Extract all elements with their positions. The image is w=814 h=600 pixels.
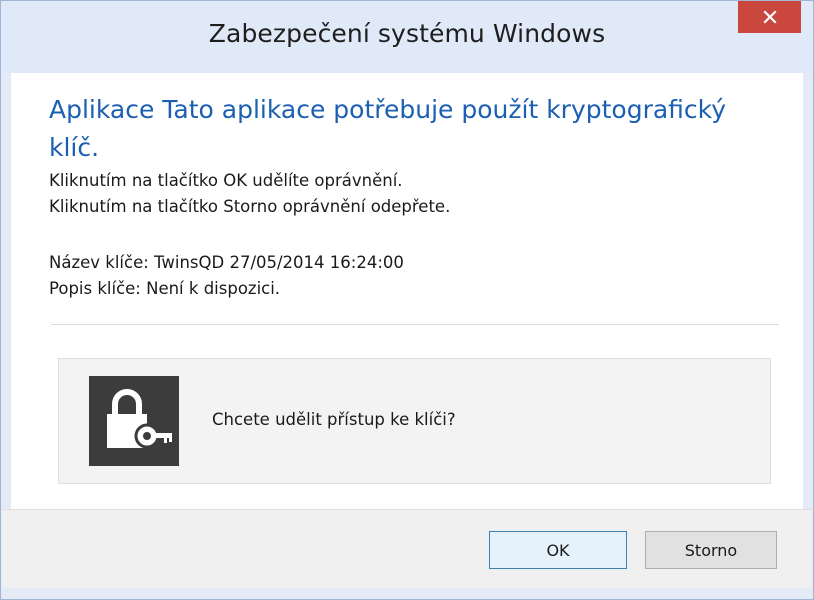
allow-instruction: Kliknutím na tlačítko OK udělíte oprávně… (49, 171, 403, 190)
title-bar[interactable]: Zabezpečení systému Windows (1, 1, 813, 73)
key-description: Popis klíče: Není k dispozici. (49, 279, 281, 298)
key-name: Název klíče: TwinsQD 27/05/2014 16:24:00 (49, 253, 404, 272)
window-title: Zabezpečení systému Windows (208, 19, 606, 48)
security-dialog: Zabezpečení systému Windows Aplikace Tat… (0, 0, 814, 600)
ok-button[interactable]: OK (489, 531, 627, 569)
access-prompt-box: Chcete udělit přístup ke klíči? (58, 358, 771, 484)
lock-key-tile (89, 376, 179, 466)
button-bar: OK Storno (2, 509, 812, 588)
close-icon (762, 10, 777, 24)
close-button[interactable] (738, 1, 801, 33)
access-question: Chcete udělit přístup ke klíči? (212, 410, 456, 429)
dialog-content: Aplikace Tato aplikace potřebuje použít … (11, 73, 803, 509)
main-instruction: Aplikace Tato aplikace potřebuje použít … (49, 95, 727, 162)
cancel-button[interactable]: Storno (645, 531, 777, 569)
lock-key-icon (107, 389, 172, 449)
deny-instruction: Kliknutím na tlačítko Storno oprávnění o… (49, 197, 451, 216)
content-divider (51, 324, 779, 325)
